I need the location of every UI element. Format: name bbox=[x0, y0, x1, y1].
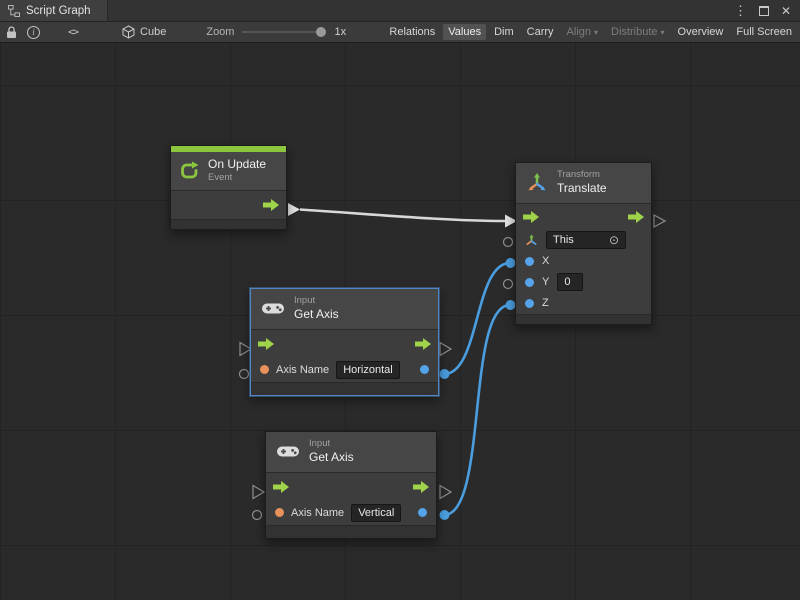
zoom-label: Zoom bbox=[206, 26, 234, 38]
flow-in-arrow-icon[interactable] bbox=[523, 211, 539, 223]
translate-y-port[interactable] bbox=[504, 280, 513, 289]
node-category: Input bbox=[309, 439, 354, 449]
info-icon[interactable]: i bbox=[27, 26, 40, 39]
node-title: Translate bbox=[557, 182, 607, 195]
value-wire-vertical-z bbox=[444, 305, 510, 515]
translate-z-port[interactable] bbox=[506, 300, 516, 310]
this-dropdown[interactable]: This ⊙ bbox=[546, 231, 626, 249]
gamepad-icon bbox=[261, 301, 285, 316]
relations-button[interactable]: Relations bbox=[384, 24, 440, 40]
maximize-icon[interactable] bbox=[759, 6, 769, 16]
getaxis-h-flow-out-port[interactable] bbox=[440, 343, 451, 356]
axis-name-label: Axis Name bbox=[291, 507, 344, 519]
code-view-icon[interactable]: <> bbox=[68, 27, 78, 38]
overview-button[interactable]: Overview bbox=[673, 24, 729, 40]
y-value-field[interactable]: 0 bbox=[557, 273, 583, 291]
y-port-dot[interactable] bbox=[525, 278, 534, 287]
translate-flow-out-port[interactable] bbox=[654, 215, 665, 227]
flow-out-arrow-icon[interactable] bbox=[415, 338, 431, 350]
transform-type-icon bbox=[525, 234, 538, 247]
tab-title: Script Graph bbox=[26, 5, 91, 17]
axis-name-field[interactable]: Horizontal bbox=[336, 361, 400, 379]
values-button[interactable]: Values bbox=[443, 24, 486, 40]
z-port-dot[interactable] bbox=[525, 299, 534, 308]
flow-out-arrow-icon[interactable] bbox=[628, 211, 644, 223]
align-button[interactable]: Align▾ bbox=[562, 24, 603, 40]
graph-canvas[interactable]: On Update Event Transform Translate bbox=[0, 43, 800, 600]
node-category: Transform bbox=[557, 170, 607, 180]
transform-icon bbox=[526, 172, 548, 194]
flow-in-arrow-icon[interactable] bbox=[258, 338, 274, 350]
x-port-dot[interactable] bbox=[525, 257, 534, 266]
close-icon[interactable]: ✕ bbox=[781, 5, 791, 17]
zoom-value: 1x bbox=[334, 26, 346, 38]
flow-wire-onupdate-translate bbox=[300, 210, 505, 222]
dim-button[interactable]: Dim bbox=[489, 24, 519, 40]
chevron-down-icon: ▾ bbox=[594, 28, 598, 37]
getaxis-v-axisname-port[interactable] bbox=[253, 511, 262, 520]
flow-out-arrow-icon[interactable] bbox=[263, 199, 279, 211]
axis-name-port-dot[interactable] bbox=[260, 365, 269, 374]
distribute-button[interactable]: Distribute▾ bbox=[606, 24, 669, 40]
getaxis-v-flow-out-port[interactable] bbox=[440, 486, 451, 499]
window-titlebar: Script Graph ⋮ ✕ bbox=[0, 0, 800, 22]
tab-script-graph[interactable]: Script Graph bbox=[0, 0, 108, 21]
gamepad-icon bbox=[276, 444, 300, 459]
chevron-down-icon: ▾ bbox=[661, 28, 665, 37]
graph-owner[interactable]: Cube bbox=[122, 25, 166, 39]
zoom-slider[interactable] bbox=[242, 26, 326, 38]
translate-x-port[interactable] bbox=[506, 258, 516, 268]
value-out-port-dot[interactable] bbox=[420, 365, 429, 374]
node-get-axis-vertical[interactable]: Input Get Axis Axis Name Vertical bbox=[265, 431, 437, 539]
node-subtitle: Event bbox=[208, 173, 266, 183]
flow-in-arrow-icon[interactable] bbox=[273, 481, 289, 493]
getaxis-v-value-out-port[interactable] bbox=[440, 510, 450, 520]
node-translate[interactable]: Transform Translate This ⊙ bbox=[515, 162, 652, 325]
object-picker-icon[interactable]: ⊙ bbox=[609, 234, 619, 246]
flow-out-arrow-icon[interactable] bbox=[413, 481, 429, 493]
node-footer bbox=[251, 382, 438, 395]
getaxis-h-value-out-port[interactable] bbox=[440, 369, 450, 379]
axis-name-label: Axis Name bbox=[276, 364, 329, 376]
getaxis-h-axisname-port[interactable] bbox=[240, 370, 249, 379]
zoom-slider-handle[interactable] bbox=[316, 27, 326, 37]
onupdate-flow-out-port[interactable] bbox=[288, 203, 300, 216]
node-title: Get Axis bbox=[294, 308, 339, 321]
object-name: Cube bbox=[140, 26, 166, 38]
carry-button[interactable]: Carry bbox=[522, 24, 559, 40]
y-port-label: Y bbox=[542, 276, 549, 288]
this-value: This bbox=[553, 233, 574, 247]
fullscreen-button[interactable]: Full Screen bbox=[731, 24, 797, 40]
node-footer bbox=[171, 219, 286, 229]
axis-name-field[interactable]: Vertical bbox=[351, 504, 401, 522]
node-footer bbox=[266, 525, 436, 538]
window-menu-icon[interactable]: ⋮ bbox=[734, 4, 747, 17]
getaxis-v-flow-in-port[interactable] bbox=[253, 486, 264, 499]
node-on-update[interactable]: On Update Event bbox=[170, 145, 287, 230]
value-out-port-dot[interactable] bbox=[418, 508, 427, 517]
zoom-slider-fill bbox=[242, 31, 322, 33]
node-title: Get Axis bbox=[309, 451, 354, 464]
translate-this-port[interactable] bbox=[504, 238, 513, 247]
x-port-label: X bbox=[542, 255, 549, 267]
z-port-label: Z bbox=[542, 297, 549, 309]
node-category: Input bbox=[294, 296, 339, 306]
script-graph-icon bbox=[8, 5, 20, 17]
cube-icon bbox=[122, 25, 135, 39]
lock-icon[interactable] bbox=[6, 26, 17, 39]
toolbar-buttons: Relations Values Dim Carry Align▾ Distri… bbox=[384, 24, 800, 40]
graph-toolbar: i <> Cube Zoom 1x Relations Values Dim C… bbox=[0, 22, 800, 43]
node-get-axis-horizontal[interactable]: Input Get Axis Axis Name Horizontal bbox=[250, 288, 439, 396]
node-title: On Update bbox=[208, 158, 266, 171]
node-footer bbox=[516, 314, 651, 324]
value-wire-horizontal-x bbox=[444, 263, 510, 374]
loop-event-icon bbox=[179, 161, 199, 181]
axis-name-port-dot[interactable] bbox=[275, 508, 284, 517]
